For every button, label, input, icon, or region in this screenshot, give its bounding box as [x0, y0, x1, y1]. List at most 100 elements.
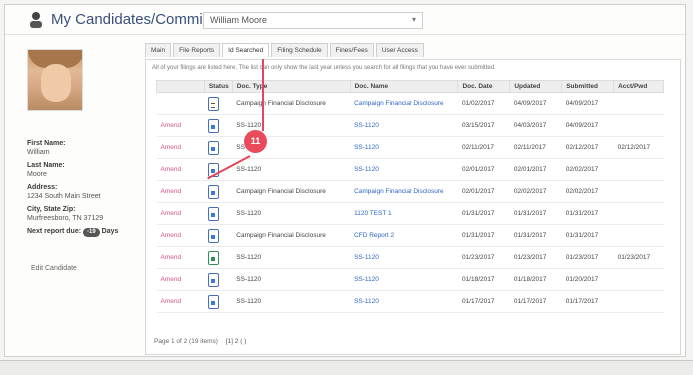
- document-icon[interactable]: [208, 140, 220, 155]
- amend-link[interactable]: Amend: [156, 114, 205, 137]
- first-name-label: First Name:: [27, 140, 66, 147]
- column-header[interactable]: Doc. Date: [457, 80, 511, 93]
- table-row[interactable]: Amend Campaign Financial Disclosure CFD …: [156, 224, 664, 247]
- document-icon[interactable]: [208, 250, 220, 265]
- updated-date: 01/23/2017: [509, 246, 562, 269]
- status-cell[interactable]: [204, 180, 233, 203]
- column-header[interactable]: Updated: [509, 80, 563, 93]
- table-row[interactable]: Amend SS-1120 1120 TEST 1 01/31/2017 01/…: [156, 202, 664, 225]
- status-cell[interactable]: [204, 246, 233, 269]
- status-cell[interactable]: [204, 224, 233, 247]
- amend-link[interactable]: Amend: [156, 268, 205, 291]
- doc-name-link[interactable]: SS-1120: [350, 246, 458, 269]
- doc-name-link[interactable]: SS-1120: [350, 114, 458, 137]
- doc-date: 01/02/2017: [457, 92, 510, 115]
- table-row[interactable]: Amend SS-1120 SS-1120 02/11/2017 02/11/2…: [156, 136, 664, 159]
- doc-name-link[interactable]: SS-1120: [350, 158, 458, 181]
- amend-link[interactable]: Amend: [156, 246, 205, 269]
- acct-date: [613, 224, 664, 247]
- pager-controls[interactable]: [1] 2 ( ): [226, 338, 247, 345]
- chevron-down-icon: ▾: [411, 15, 416, 24]
- candidate-icon: [30, 12, 42, 28]
- doc-type: SS-1120: [232, 246, 351, 269]
- document-icon[interactable]: [208, 206, 220, 221]
- acct-date: 01/23/2017: [613, 246, 664, 269]
- doc-date: 02/01/2017: [457, 180, 510, 203]
- status-cell[interactable]: [204, 268, 233, 291]
- column-header[interactable]: Doc. Name: [349, 80, 459, 93]
- app-window: My Candidates/Committees William Moore ▾…: [4, 4, 686, 357]
- amend-link[interactable]: Amend: [156, 202, 205, 225]
- updated-date: 01/31/2017: [509, 224, 562, 247]
- tab-fines-fees[interactable]: Fines/Fees: [329, 43, 374, 57]
- amend-link[interactable]: Amend: [156, 136, 205, 159]
- address-label: Address:: [27, 184, 58, 191]
- document-icon[interactable]: [208, 184, 220, 199]
- document-icon[interactable]: [208, 228, 220, 243]
- table-row[interactable]: Amend SS-1120 SS-1120 01/23/2017 01/23/2…: [156, 246, 664, 269]
- status-cell[interactable]: [204, 114, 233, 137]
- doc-date: 02/11/2017: [457, 136, 510, 159]
- doc-name-link[interactable]: SS-1120: [350, 268, 458, 291]
- updated-date: 01/18/2017: [509, 268, 562, 291]
- next-report-row: Next report due: -19 Days: [27, 227, 137, 237]
- doc-type: SS-1120: [232, 268, 351, 291]
- tab-user-access[interactable]: User Access: [375, 43, 424, 57]
- acct-date: [613, 202, 664, 225]
- table-row[interactable]: Amend Campaign Financial Disclosure Camp…: [156, 180, 664, 203]
- next-report-label: Next report due:: [27, 228, 82, 235]
- edit-candidate-button[interactable]: Edit Candidate: [31, 265, 77, 272]
- amend-link[interactable]: Amend: [156, 158, 205, 181]
- updated-date: 01/17/2017: [509, 290, 562, 313]
- doc-name-link[interactable]: CFD Report 2: [350, 224, 458, 247]
- doc-type: SS-1120: [232, 202, 351, 225]
- doc-date: 01/17/2017: [457, 290, 510, 313]
- document-icon[interactable]: [208, 294, 220, 309]
- document-icon[interactable]: [208, 118, 220, 133]
- amend-link[interactable]: Amend: [156, 224, 205, 247]
- doc-name-link[interactable]: 1120 TEST 1: [350, 202, 458, 225]
- doc-type: Campaign Financial Disclosure: [232, 92, 351, 115]
- doc-type: Campaign Financial Disclosure: [232, 180, 351, 203]
- document-icon[interactable]: [208, 272, 220, 287]
- status-cell[interactable]: [204, 202, 233, 225]
- table-row[interactable]: Amend SS-1120 SS-1120 03/15/2017 04/03/2…: [156, 114, 664, 137]
- doc-date: 01/23/2017: [457, 246, 510, 269]
- table-row[interactable]: Campaign Financial Disclosure Campaign F…: [156, 92, 664, 115]
- column-header[interactable]: Acct/Pwd: [613, 80, 664, 93]
- tab-filing-schedule[interactable]: Filing Schedule: [271, 43, 328, 57]
- amend-link[interactable]: [156, 92, 205, 115]
- status-cell[interactable]: [204, 290, 233, 313]
- acct-date: [613, 180, 664, 203]
- column-header[interactable]: [156, 80, 205, 93]
- address-value: 1234 South Main Street: [27, 193, 101, 200]
- doc-name-link[interactable]: Campaign Financial Disclosure: [350, 180, 458, 203]
- doc-name-link[interactable]: Campaign Financial Disclosure: [350, 92, 458, 115]
- filings-note: All of your filings are listed here. The…: [152, 65, 496, 71]
- status-cell[interactable]: [204, 136, 233, 159]
- status-cell[interactable]: [204, 92, 233, 115]
- doc-name-link[interactable]: SS-1120: [350, 290, 458, 313]
- submitted-date: 01/20/2017: [561, 268, 614, 291]
- city-label: City, State Zip:: [27, 206, 76, 213]
- amend-link[interactable]: Amend: [156, 180, 205, 203]
- amend-link[interactable]: Amend: [156, 290, 205, 313]
- table-row[interactable]: Amend SS-1120 SS-1120 01/18/2017 01/18/2…: [156, 268, 664, 291]
- doc-date: 01/31/2017: [457, 224, 510, 247]
- tab-file-reports[interactable]: File Reports: [173, 43, 221, 57]
- column-header[interactable]: Doc. Type: [231, 80, 351, 93]
- updated-date: 04/03/2017: [509, 114, 562, 137]
- document-icon[interactable]: [208, 96, 220, 111]
- doc-name-link[interactable]: SS-1120: [350, 136, 458, 159]
- candidate-select[interactable]: William Moore ▾: [203, 12, 423, 29]
- tab-id-searched[interactable]: Id Searched: [222, 43, 270, 57]
- doc-date: 01/18/2017: [457, 268, 510, 291]
- column-header[interactable]: Status: [203, 80, 233, 93]
- column-header[interactable]: Submitted: [561, 80, 615, 93]
- candidate-photo: [27, 49, 83, 111]
- acct-date: [613, 114, 664, 137]
- tab-main[interactable]: Main: [145, 43, 172, 57]
- table-row[interactable]: Amend SS-1120 SS-1120 02/01/2017 02/01/2…: [156, 158, 664, 181]
- submitted-date: 04/09/2017: [561, 92, 614, 115]
- table-row[interactable]: Amend SS-1120 SS-1120 01/17/2017 01/17/2…: [156, 290, 664, 313]
